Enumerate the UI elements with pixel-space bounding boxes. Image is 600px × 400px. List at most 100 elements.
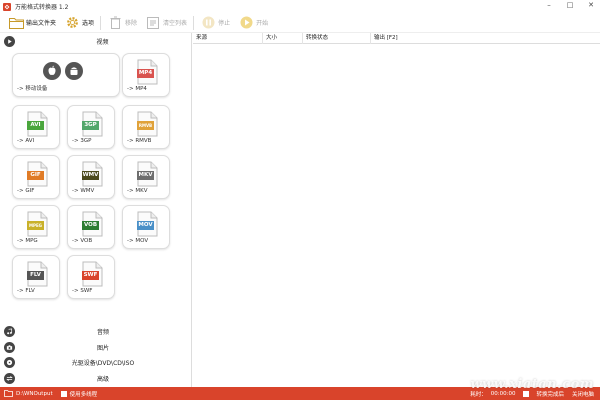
title-bar: 万能格式转换器 1.2 – □ ✕	[0, 0, 600, 13]
format-tile-label: -> FLV	[17, 288, 35, 294]
format-badge: 3GP	[84, 122, 97, 128]
file-format-icon: MOV	[137, 211, 158, 237]
image-section-label: 图片	[96, 344, 109, 352]
format-badge: GIF	[30, 172, 41, 178]
window-title: 万能格式转换器 1.2	[15, 4, 69, 11]
file-format-icon: WMV	[82, 161, 103, 187]
camera-icon	[4, 341, 15, 353]
file-format-icon: AVI	[27, 111, 48, 137]
remove-label: 移除	[125, 20, 138, 27]
options-label: 选项	[82, 20, 95, 27]
folder-icon[interactable]	[4, 390, 13, 397]
file-format-icon: MKV	[137, 161, 158, 187]
multithread-checkbox[interactable]	[60, 390, 67, 397]
format-badge: SWF	[83, 272, 98, 278]
output-path[interactable]: D:\WNOutput	[16, 391, 53, 397]
start-button[interactable]: 开始	[234, 13, 272, 33]
swap-icon	[4, 372, 15, 384]
output-folder-button[interactable]: 输出文件夹	[0, 13, 60, 33]
format-tile-label: -> WMV	[72, 188, 95, 194]
file-format-icon: VOB	[82, 211, 103, 237]
format-badge: MP4	[138, 70, 153, 76]
category-sections: 音频 图片 光驱设备\DVD\CD\ISO 高级	[0, 324, 192, 386]
file-format-icon: GIF	[27, 161, 48, 187]
format-tile[interactable]: MP4 -> MP4	[122, 53, 170, 97]
format-tile[interactable]: VOB -> VOB	[67, 205, 115, 249]
column-size[interactable]: 大小	[263, 32, 303, 44]
format-tile[interactable]: MOV -> MOV	[122, 205, 170, 249]
file-format-icon: MP4	[137, 59, 158, 85]
stop-button[interactable]: 停止	[196, 13, 234, 33]
file-format-icon: MPEG	[27, 211, 48, 237]
file-format-icon: FLV	[27, 261, 48, 287]
format-tile-label: -> MKV	[127, 188, 148, 194]
video-section-header[interactable]: 视频	[0, 33, 191, 49]
format-tile-label: -> MOV	[127, 238, 149, 244]
multithread-label: 使用多线程	[69, 391, 98, 398]
close-button[interactable]: ✕	[586, 1, 596, 9]
audio-section-header[interactable]: 音频	[0, 324, 192, 340]
file-format-icon: 3GP	[82, 111, 103, 137]
play-circle-icon	[4, 35, 15, 47]
format-tile[interactable]: FLV -> FLV	[12, 255, 60, 299]
file-format-icon: SWF	[82, 261, 103, 287]
advanced-section-header[interactable]: 高级	[0, 371, 192, 387]
format-tile[interactable]: 3GP -> 3GP	[67, 105, 115, 149]
clear-list-button[interactable]: 清空列表	[141, 13, 191, 33]
format-tile[interactable]: GIF -> GIF	[12, 155, 60, 199]
format-tile[interactable]: RMVB -> RMVB	[122, 105, 170, 149]
android-icon	[65, 62, 83, 82]
disc-section-header[interactable]: 光驱设备\DVD\CD\ISO	[0, 355, 192, 371]
format-tile-label: -> AVI	[17, 138, 35, 144]
apple-icon	[43, 62, 61, 82]
gear-icon	[64, 15, 80, 31]
watermark-text: www.xiatan.com	[470, 377, 594, 392]
format-tile[interactable]: MKV -> MKV	[122, 155, 170, 199]
options-button[interactable]: 选项	[60, 13, 98, 33]
format-tile-label: -> MP4	[127, 86, 147, 92]
format-tile[interactable]: -> 移动设备	[12, 53, 120, 97]
minimize-button[interactable]: –	[544, 1, 554, 9]
toolbar-divider	[100, 15, 102, 30]
toolbar: 输出文件夹 选项 移除 清空列表 停止 开始	[0, 13, 600, 33]
trash-icon	[107, 15, 123, 31]
format-badge: RMVB	[138, 123, 153, 128]
format-badge: MPEG	[29, 223, 42, 228]
file-list-header: 来源 大小 转换状态 输出 [F2]	[193, 32, 600, 44]
image-section-header[interactable]: 图片	[0, 340, 192, 356]
disc-section-label: 光驱设备\DVD\CD\ISO	[71, 360, 135, 368]
column-status[interactable]: 转换状态	[303, 32, 371, 44]
format-badge: WMV	[82, 172, 99, 178]
format-tile-label: -> GIF	[17, 188, 35, 194]
start-label: 开始	[256, 20, 269, 27]
format-tile[interactable]: AVI -> AVI	[12, 105, 60, 149]
column-source[interactable]: 来源	[193, 32, 263, 44]
format-tile-label: -> RMVB	[127, 138, 152, 144]
format-tile-label: -> VOB	[72, 238, 93, 244]
video-section-label: 视频	[96, 38, 109, 46]
format-badge: VOB	[83, 222, 98, 228]
clear-list-icon	[145, 15, 161, 31]
pause-icon	[200, 15, 216, 31]
app-logo-icon	[3, 2, 11, 11]
format-badge: FLV	[30, 272, 41, 278]
maximize-button[interactable]: □	[565, 1, 575, 9]
stop-label: 停止	[218, 20, 231, 27]
folder-icon	[8, 15, 24, 31]
file-format-icon: RMVB	[137, 111, 158, 137]
format-tile[interactable]: WMV -> WMV	[67, 155, 115, 199]
play-icon	[238, 15, 254, 31]
format-tile-label: -> 3GP	[72, 138, 92, 144]
column-output[interactable]: 输出 [F2]	[371, 33, 600, 44]
format-tile[interactable]: MPEG -> MPG	[12, 205, 60, 249]
format-tile-label: -> SWF	[72, 288, 93, 294]
audio-section-label: 音频	[96, 329, 109, 337]
advanced-section-label: 高级	[96, 375, 109, 383]
file-list[interactable]: 来源 大小 转换状态 输出 [F2]	[193, 32, 600, 387]
format-badge: MKV	[138, 172, 153, 178]
remove-button[interactable]: 移除	[103, 13, 141, 33]
toolbar-divider	[193, 15, 195, 30]
format-tile[interactable]: SWF -> SWF	[67, 255, 115, 299]
format-tile-label: -> 移动设备	[17, 86, 48, 92]
format-badge: AVI	[30, 122, 41, 128]
